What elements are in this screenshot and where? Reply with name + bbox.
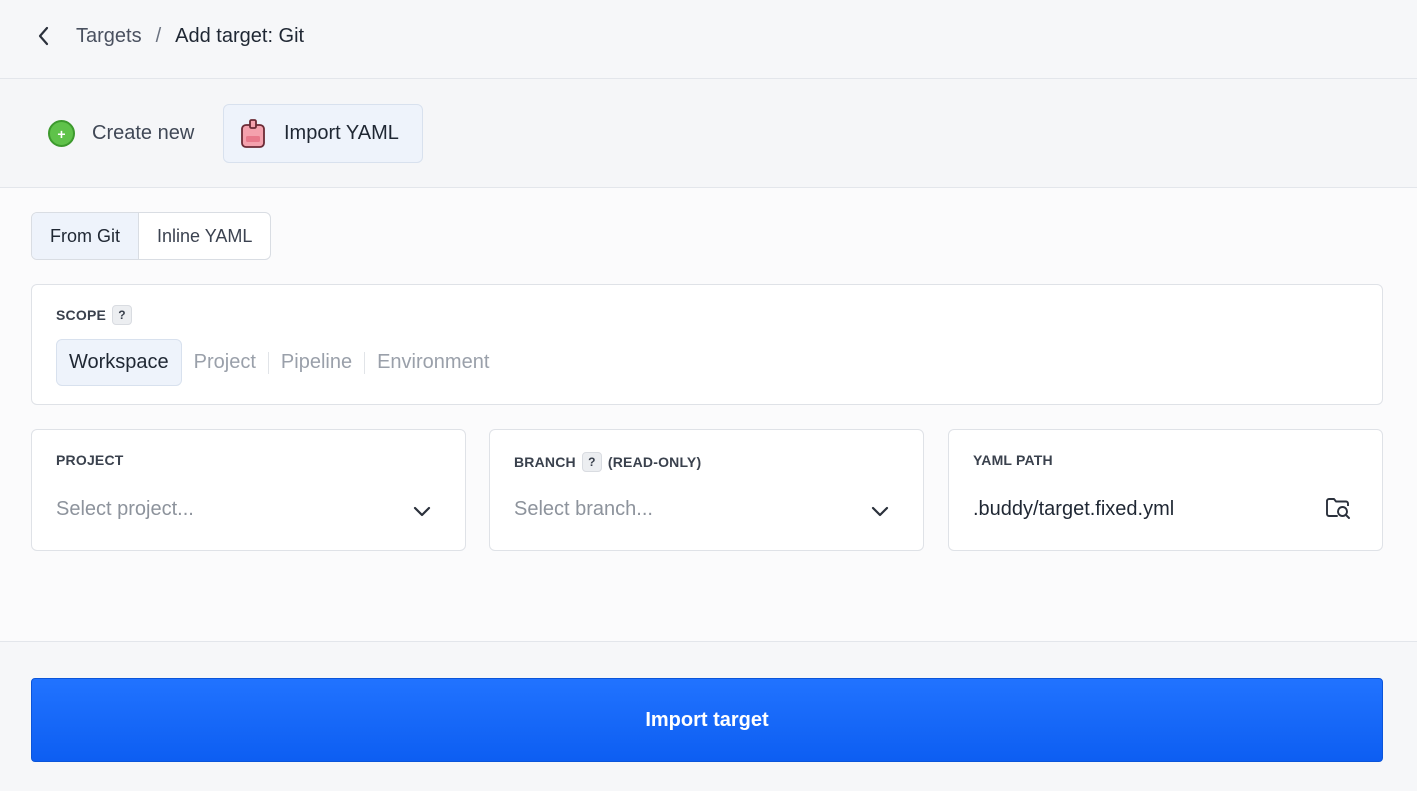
scope-option-pipeline[interactable]: Pipeline — [269, 339, 364, 386]
tab-import-yaml-label: Import YAML — [284, 122, 399, 144]
yaml-path-field[interactable]: YAML PATH .buddy/target.fixed.yml — [948, 429, 1383, 551]
scope-option-project[interactable]: Project — [182, 339, 268, 386]
branch-help-icon[interactable]: ? — [581, 452, 602, 472]
yaml-path-input[interactable]: .buddy/target.fixed.yml — [973, 498, 1174, 521]
chevron-down-icon[interactable] — [411, 500, 433, 522]
project-select[interactable]: PROJECT Select project... — [31, 429, 466, 551]
main-panel: + Create new Import YAML From Git Inline… — [0, 78, 1417, 791]
chevron-left-icon — [38, 26, 49, 46]
branch-select[interactable]: BRANCH ? (READ-ONLY) Select branch... — [489, 429, 924, 551]
branch-label: BRANCH — [514, 454, 576, 470]
import-target-button[interactable]: Import target — [31, 678, 1383, 762]
mode-tabs: + Create new Import YAML — [0, 79, 1417, 188]
toggle-inline-yaml[interactable]: Inline YAML — [139, 213, 270, 259]
project-select-placeholder: Select project... — [56, 498, 194, 520]
breadcrumb-separator: / — [155, 24, 162, 47]
chevron-down-icon[interactable] — [869, 500, 891, 522]
tab-create-new-label: Create new — [92, 122, 195, 144]
yaml-file-icon — [241, 118, 265, 148]
tab-import-yaml[interactable]: Import YAML — [223, 104, 423, 163]
source-toggle: From Git Inline YAML — [31, 212, 272, 260]
page-title: Add target: Git — [175, 24, 305, 47]
yaml-path-label: YAML PATH — [973, 452, 1053, 468]
scope-option-workspace[interactable]: Workspace — [56, 339, 182, 386]
scope-label: SCOPE — [56, 307, 107, 323]
branch-label-row: BRANCH ? (READ-ONLY) — [514, 452, 701, 472]
scope-option-environment[interactable]: Environment — [365, 339, 501, 386]
scope-options: Workspace Project Pipeline Environment — [56, 339, 501, 386]
project-label: PROJECT — [56, 452, 124, 468]
plus-circle-icon: + — [48, 120, 75, 147]
folder-search-icon[interactable] — [1324, 494, 1352, 522]
tab-create-new[interactable]: + Create new — [40, 104, 202, 163]
breadcrumb-link-targets[interactable]: Targets — [76, 25, 142, 48]
breadcrumb: Targets / Add target: Git — [0, 0, 1417, 72]
branch-readonly-label: (READ-ONLY) — [607, 454, 702, 470]
branch-select-placeholder: Select branch... — [514, 498, 653, 520]
back-button[interactable] — [30, 22, 58, 50]
scope-label-row: SCOPE ? — [56, 305, 138, 325]
scope-card: SCOPE ? Workspace Project Pipeline Envir… — [31, 284, 1383, 405]
scope-help-icon[interactable]: ? — [112, 305, 133, 325]
toggle-from-git[interactable]: From Git — [32, 213, 139, 259]
